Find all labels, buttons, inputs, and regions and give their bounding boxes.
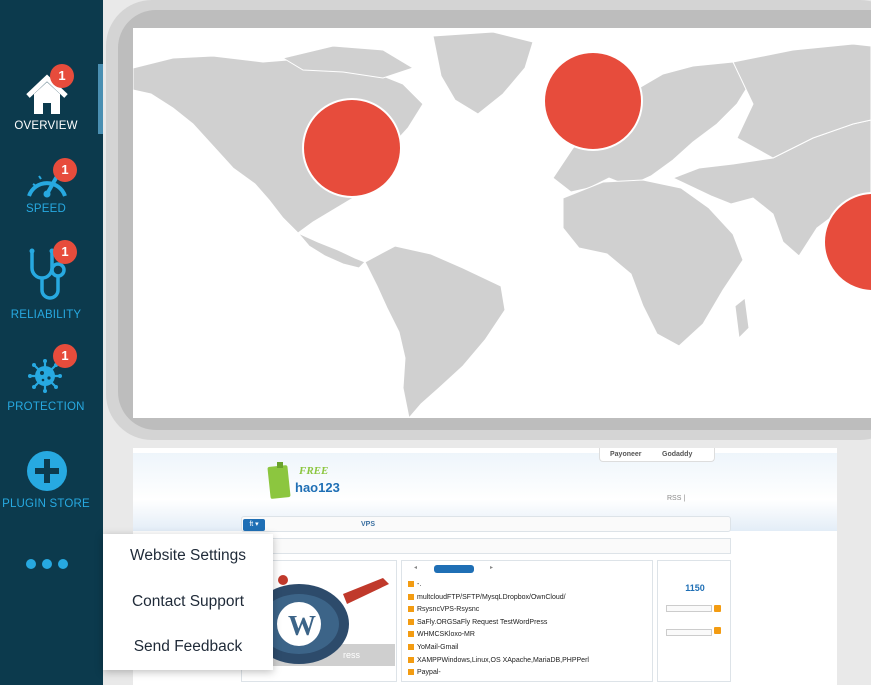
bullet-icon	[408, 593, 414, 600]
list-item-text: SaFly.ORGSaFly Request TestWordPress	[417, 618, 548, 626]
list-tab[interactable]	[434, 565, 474, 573]
home-button[interactable]: ft ▾	[243, 519, 265, 531]
logo-badge: FREE	[298, 465, 328, 477]
list-item-text: XAMPPWindows,Linux,OS XApache,MariaDB,PH…	[417, 656, 589, 664]
sidebar-item-label: RELIABILITY	[10, 309, 82, 321]
site-top-links: Payoneer Godaddy	[599, 448, 715, 462]
logo-text: hao123	[295, 480, 340, 495]
sidebar-item-label: PROTECTION	[7, 401, 85, 413]
site-navbar	[241, 516, 731, 532]
notification-badge: 1	[53, 240, 77, 264]
site-logo: FREE hao123	[267, 462, 340, 499]
sidebar-item-plugin-store[interactable]: PLUGIN STORE	[0, 446, 98, 512]
sidebar-item-protection[interactable]: 1 PROTECTION	[0, 344, 98, 416]
world-map	[133, 28, 871, 418]
bullet-icon	[408, 618, 414, 625]
sidebar-item-overview[interactable]: 1 OVERVIEW	[0, 64, 98, 136]
sidebar: 1 OVERVIEW 1 SPEED 1 RELIABILITY 1 PROTE…	[0, 0, 103, 685]
list-item[interactable]: -.	[408, 579, 589, 592]
bullet-icon	[408, 581, 414, 587]
subscribe-input[interactable]	[666, 605, 712, 612]
map-marker-north-america[interactable]	[302, 98, 402, 198]
bullet-icon	[408, 643, 414, 650]
sidebar-item-label: SPEED	[26, 203, 66, 215]
image-caption: ress	[343, 650, 361, 660]
menu-item-contact-support[interactable]: Contact Support	[103, 593, 273, 611]
site-search-bar[interactable]	[241, 538, 731, 554]
more-menu: Website Settings Contact Support Send Fe…	[103, 534, 273, 670]
subscribe-input[interactable]	[666, 629, 712, 636]
stats-box: 1150	[657, 560, 731, 682]
sidebar-item-reliability[interactable]: 1 RELIABILITY	[0, 240, 98, 325]
plus-circle-icon	[27, 451, 67, 491]
map-marker-asia-pacific[interactable]	[823, 192, 871, 292]
list-item-text: multcloudFTP/SFTP/MysqLDropbox/OwnCloud/	[417, 593, 566, 601]
article-list-box: ◂ ▸ -. multcloudFTP/SFTP/MysqLDropbox/Own…	[401, 560, 653, 682]
active-indicator	[98, 64, 103, 134]
sidebar-item-label: PLUGIN STORE	[2, 498, 90, 510]
rss-link[interactable]: RSS |	[667, 495, 685, 502]
list-item[interactable]: RsysncVPS-Rsysnc	[408, 604, 589, 617]
sidebar-item-speed[interactable]: 1 SPEED	[0, 158, 98, 218]
list-item-text: Paypal-	[417, 669, 441, 677]
list-item-text: WHMCSKloxo-MR	[417, 631, 475, 639]
list-item-text: -.	[417, 581, 422, 588]
bullet-icon	[408, 606, 414, 613]
map-markers	[302, 51, 871, 292]
rss-icon[interactable]	[714, 627, 721, 634]
list-item[interactable]: WHMCSKloxo-MR	[408, 629, 589, 642]
bullet-icon	[408, 656, 414, 663]
rss-icon[interactable]	[714, 605, 721, 612]
map-marker-europe[interactable]	[543, 51, 643, 151]
list-item[interactable]: multcloudFTP/SFTP/MysqLDropbox/OwnCloud/	[408, 592, 589, 605]
more-dots-icon[interactable]	[24, 556, 70, 572]
article-list: -. multcloudFTP/SFTP/MysqLDropbox/OwnClou…	[408, 579, 589, 680]
top-link[interactable]: Godaddy	[662, 451, 692, 458]
sidebar-item-label: OVERVIEW	[14, 120, 78, 132]
menu-item-send-feedback[interactable]: Send Feedback	[103, 638, 273, 656]
top-link[interactable]: Payoneer	[610, 451, 642, 458]
svg-text:W: W	[288, 611, 316, 642]
bullet-icon	[408, 631, 414, 638]
notification-badge: 1	[53, 158, 77, 182]
list-item[interactable]: Paypal-	[408, 667, 589, 680]
list-item[interactable]: YoMail-Gmail	[408, 642, 589, 655]
visitor-counter: 1150	[685, 583, 705, 593]
list-item[interactable]: XAMPPWindows,Linux,OS XApache,MariaDB,PH…	[408, 655, 589, 668]
notification-badge: 1	[50, 64, 74, 88]
nav-link-vps[interactable]: VPS	[361, 521, 375, 528]
menu-item-website-settings[interactable]: Website Settings	[103, 547, 273, 565]
bullet-icon	[408, 669, 414, 676]
notification-badge: 1	[53, 344, 77, 368]
list-item-text: RsysncVPS-Rsysnc	[417, 606, 480, 614]
list-item[interactable]: SaFly.ORGSaFly Request TestWordPress	[408, 617, 589, 630]
list-item-text: YoMail-Gmail	[417, 643, 459, 651]
